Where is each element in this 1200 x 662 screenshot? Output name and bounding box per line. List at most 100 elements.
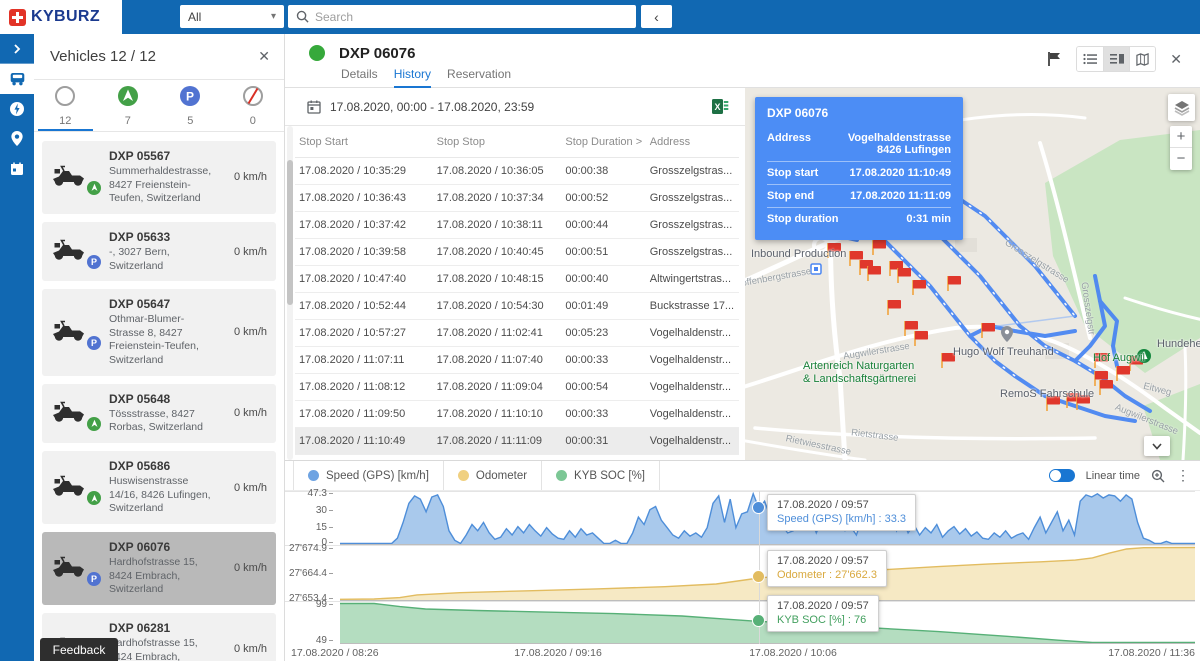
filter-offline-icon <box>242 85 264 112</box>
date-range[interactable]: 17.08.2020, 00:00 - 17.08.2020, 23:59 <box>330 100 534 114</box>
y-tick-label: 27'674.9 <box>285 543 333 554</box>
map[interactable]: Inbound ProductionArtenreich Naturgarten… <box>745 88 1200 460</box>
search-input[interactable] <box>315 10 628 24</box>
vehicle-speed: 0 km/h <box>225 171 267 183</box>
stop-cell: 00:00:40 <box>561 266 645 293</box>
stop-row[interactable]: 17.08.2020 / 10:35:2917.08.2020 / 10:36:… <box>295 158 739 185</box>
odometer-chart[interactable]: 27'674.927'664.427'653.4 <box>285 545 1195 601</box>
stop-cell: 17.08.2020 / 10:36:43 <box>295 185 433 212</box>
vehicle-list-item[interactable]: DXP 05567 Summerhaldestrasse, 8427 Freie… <box>42 141 276 214</box>
map-stop-tooltip: DXP 06076 Address Vogelhaldenstrasse 842… <box>755 97 963 240</box>
stop-cell: 00:05:23 <box>561 320 645 347</box>
tooltip-address-line1: Vogelhaldenstrasse <box>848 132 951 144</box>
tab-details[interactable]: Details <box>341 67 378 88</box>
stop-row[interactable]: 17.08.2020 / 10:57:2717.08.2020 / 11:02:… <box>295 320 739 347</box>
map-collapse-button[interactable] <box>1144 436 1170 456</box>
scooter-icon <box>51 329 87 346</box>
scrollbar-thumb[interactable] <box>287 160 293 305</box>
rail-planning-item[interactable] <box>0 154 34 184</box>
rail-charging-item[interactable] <box>0 94 34 124</box>
filter-moving-icon <box>117 85 139 112</box>
chart-legend: Speed (GPS) [km/h] Odometer KYB SOC [%] … <box>285 461 1200 491</box>
stop-row[interactable]: 17.08.2020 / 10:39:5817.08.2020 / 10:40:… <box>295 239 739 266</box>
filter-offline[interactable]: 0 <box>222 80 285 131</box>
filter-all-count: 12 <box>59 115 71 127</box>
excel-export-icon[interactable]: X <box>712 98 729 115</box>
vehicle-list-item[interactable]: P DXP 05647 Othmar-Blumer-Strasse 8, 842… <box>42 289 276 376</box>
layers-icon <box>1174 100 1190 116</box>
stop-cell: 17.08.2020 / 10:39:58 <box>295 239 433 266</box>
zoom-in-button[interactable]: + <box>1170 126 1192 148</box>
odometer-tooltip-date: 17.08.2020 / 09:57 <box>777 555 877 567</box>
map-pin-icon <box>10 131 24 147</box>
vehicle-list-item[interactable]: DXP 05686 Huswisenstrasse 14/16, 8426 Lu… <box>42 451 276 524</box>
stop-row[interactable]: 17.08.2020 / 11:07:1117.08.2020 / 11:07:… <box>295 347 739 374</box>
stop-row[interactable]: 17.08.2020 / 10:52:4417.08.2020 / 10:54:… <box>295 293 739 320</box>
stop-row[interactable]: 17.08.2020 / 10:36:4317.08.2020 / 10:37:… <box>295 185 739 212</box>
search-category-value: All <box>188 10 201 24</box>
soc-chart[interactable]: 9949 <box>285 601 1195 644</box>
collapse-search-button[interactable]: ‹ <box>641 5 672 28</box>
stop-row[interactable]: 17.08.2020 / 11:10:4917.08.2020 / 11:11:… <box>295 428 739 455</box>
speed-chart[interactable]: 47.330150 <box>285 491 1195 545</box>
close-detail-icon[interactable]: ✕ <box>1170 51 1182 68</box>
rail-locations-item[interactable] <box>0 124 34 154</box>
feedback-button[interactable]: Feedback <box>40 638 118 661</box>
calendar-icon <box>307 100 321 114</box>
column-header[interactable]: Address <box>646 126 739 158</box>
legend-item[interactable]: Odometer <box>444 461 542 490</box>
column-header[interactable]: Stop Start <box>295 126 433 158</box>
flag-icon[interactable] <box>1047 51 1062 67</box>
stop-cell: 17.08.2020 / 11:10:10 <box>433 401 562 428</box>
vehicle-list-item[interactable]: DXP 05648 Tössstrasse, 8427 Rorbas, Swit… <box>42 384 276 443</box>
column-header[interactable]: Stop Duration > ... <box>561 126 645 158</box>
tab-history[interactable]: History <box>394 67 431 88</box>
vehicle-list-item[interactable]: P DXP 06076 Hardhofstrasse 15, 8424 Embr… <box>42 532 276 605</box>
vehicle-speed: 0 km/h <box>225 326 267 338</box>
stop-row[interactable]: 17.08.2020 / 11:08:1217.08.2020 / 11:09:… <box>295 374 739 401</box>
filter-parked-count: 5 <box>187 115 193 127</box>
filter-moving[interactable]: 7 <box>97 80 160 131</box>
rail-expand-button[interactable] <box>0 34 34 64</box>
chart-menu-icon[interactable]: ⋮ <box>1176 467 1190 484</box>
table-scrollbar[interactable] <box>287 126 293 460</box>
map-layers-button[interactable] <box>1168 94 1195 121</box>
legend-item[interactable]: KYB SOC [%] <box>542 461 660 490</box>
stop-cell: 00:00:54 <box>561 374 645 401</box>
vehicle-detail-header: DXP 06076 DetailsHistoryReservation ✕ <box>285 34 1200 88</box>
vehicle-list: DXP 05567 Summerhaldestrasse, 8427 Freie… <box>34 133 284 661</box>
tooltip-stop-duration-label: Stop duration <box>767 213 839 225</box>
stop-row[interactable]: 17.08.2020 / 10:47:4017.08.2020 / 10:48:… <box>295 266 739 293</box>
map-view-button[interactable] <box>1129 47 1155 71</box>
scooter-icon <box>51 248 87 265</box>
linear-time-toggle[interactable] <box>1049 469 1075 482</box>
stop-cell: 00:00:44 <box>561 212 645 239</box>
stop-row[interactable]: 17.08.2020 / 11:09:5017.08.2020 / 11:10:… <box>295 401 739 428</box>
stop-cell: Vogelhaldenstr... <box>646 374 739 401</box>
zoom-in-icon[interactable] <box>1151 469 1165 483</box>
stop-cell: 00:01:49 <box>561 293 645 320</box>
y-tick-label: 47.3 <box>285 488 333 499</box>
split-view-button[interactable] <box>1103 47 1129 71</box>
stop-cell: 17.08.2020 / 10:38:11 <box>433 212 562 239</box>
zoom-out-button[interactable]: − <box>1170 148 1192 170</box>
tab-reservation[interactable]: Reservation <box>447 67 511 88</box>
vehicle-speed: 0 km/h <box>225 482 267 494</box>
legend-item[interactable]: Speed (GPS) [km/h] <box>293 461 444 490</box>
filter-parked-icon: P <box>179 85 201 112</box>
vehicle-address: Summerhaldestrasse, 8427 Freienstein-Teu… <box>109 165 219 206</box>
vehicle-list-item[interactable]: P DXP 05633 -, 3027 Bern, Switzerland 0 … <box>42 222 276 281</box>
column-header[interactable]: Stop Stop <box>433 126 562 158</box>
vehicle-address: Othmar-Blumer-Strasse 8, 8427 Freienstei… <box>109 313 219 368</box>
search-category-select[interactable]: All ▾ <box>180 5 284 28</box>
chevron-right-icon <box>12 44 22 54</box>
close-vehicles-panel-icon[interactable]: ✕ <box>258 48 270 65</box>
filter-parked[interactable]: P 5 <box>159 80 222 131</box>
scooter-icon <box>51 174 87 191</box>
vehicle-name: DXP 05633 <box>109 230 219 244</box>
filter-all[interactable]: 12 <box>34 80 97 131</box>
list-view-button[interactable] <box>1077 47 1103 71</box>
rail-vehicles-item[interactable] <box>0 64 34 94</box>
search-bar[interactable] <box>288 5 636 28</box>
stop-row[interactable]: 17.08.2020 / 10:37:4217.08.2020 / 10:38:… <box>295 212 739 239</box>
